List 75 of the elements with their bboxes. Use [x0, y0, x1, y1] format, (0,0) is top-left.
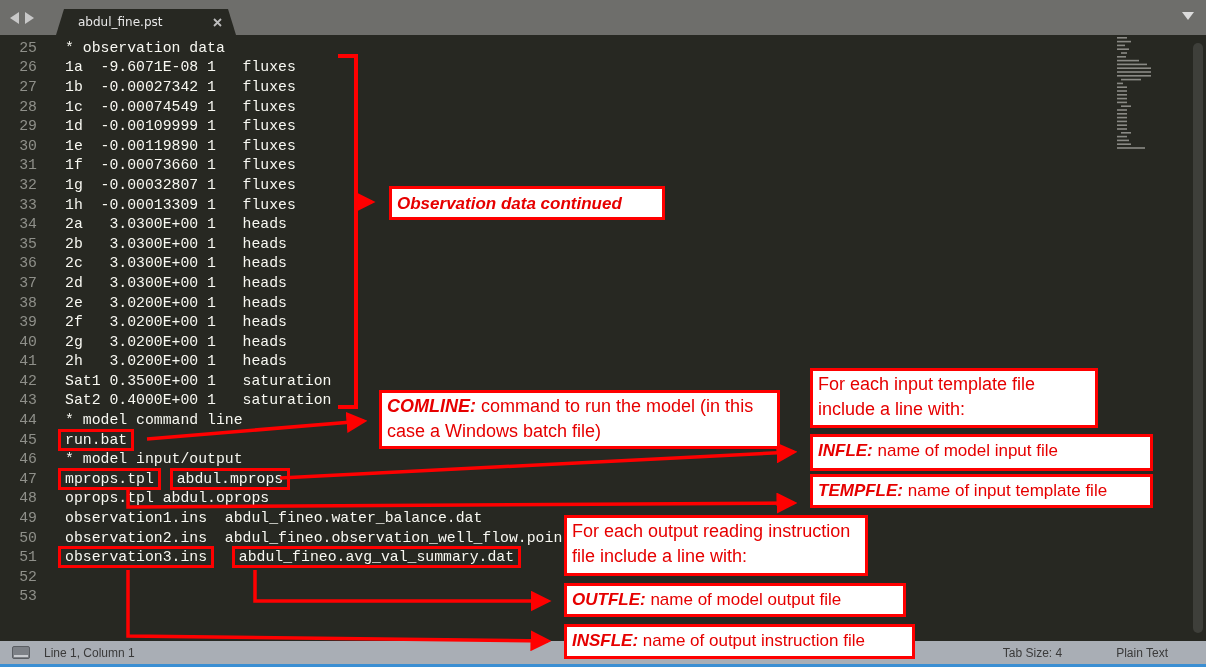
tab-size-setting[interactable]: Tab Size: 4 [1002, 645, 1063, 660]
line-number: 27 [18, 79, 37, 95]
code-line: 1f -0.00073660 1 fluxes [65, 157, 296, 174]
highlighted-token: mprops.tpl [58, 467, 161, 490]
line-number: 48 [18, 490, 37, 507]
code-line: 1e -0.00119890 1 fluxes [65, 137, 296, 154]
line-number: 51 [18, 549, 37, 566]
line-number: 38 [18, 294, 37, 311]
code-line: 2c 3.0300E+00 1 heads [65, 255, 287, 272]
cursor-position: Line 1, Column 1 [44, 645, 135, 660]
line-number: 29 [18, 118, 37, 135]
callout-text: COMLINE: command to run the model (in this case a Windows batch file) [379, 390, 780, 449]
line-number: 33 [18, 196, 37, 213]
code-line: 1a -9.6071E-08 1 fluxes [65, 59, 296, 76]
code-line: observation1.ins abdul_fineo.water_balance.dat [65, 510, 483, 527]
code-line: 2d 3.0300E+00 1 heads [65, 274, 287, 291]
line-number: 28 [18, 98, 37, 115]
callout-note: For each input template file include a line with: [810, 368, 1098, 428]
line-number: 50 [18, 529, 37, 546]
line-number: 35 [18, 235, 37, 252]
line-number: 25 [18, 39, 37, 56]
line-number: 52 [18, 568, 37, 585]
line-number: 45 [18, 431, 37, 448]
code-line: 2a 3.0300E+00 1 heads [65, 216, 287, 233]
code-line: * model input/output [65, 451, 243, 468]
callout-note: For each output reading instruction file include a line with: [564, 515, 868, 576]
highlighted-token: observation3.ins [58, 546, 215, 569]
line-number: 40 [18, 333, 37, 350]
back-arrow-icon[interactable] [10, 11, 19, 24]
code-line: * observation data [65, 39, 225, 56]
code-line: 2e 3.0200E+00 1 heads [65, 294, 287, 311]
code-line: 1d -0.00109999 1 fluxes [65, 118, 296, 135]
close-icon[interactable] [213, 17, 222, 27]
line-number: 39 [18, 314, 37, 331]
line-number: 49 [18, 510, 37, 527]
line-number: 46 [18, 451, 37, 468]
line-number: 31 [18, 157, 37, 174]
callout-text: OUTFLE: name of model output file [564, 583, 906, 617]
code-line: 1h -0.00013309 1 fluxes [65, 196, 296, 213]
scrollbar-thumb[interactable] [1193, 43, 1203, 633]
line-number: 44 [18, 412, 37, 429]
highlighted-token: abdul_fineo.avg_val_summary.dat [231, 546, 522, 569]
code-line: 1b -0.00027342 1 fluxes [65, 79, 296, 95]
code-line: 2g 3.0200E+00 1 heads [65, 333, 287, 350]
panel-icon[interactable] [12, 646, 30, 659]
callout-text: INFLE: name of model input file [810, 434, 1153, 471]
line-number: 32 [18, 176, 37, 193]
code-line: 2h 3.0200E+00 1 heads [65, 353, 287, 370]
forward-arrow-icon[interactable] [25, 11, 34, 24]
line-number: 53 [18, 588, 37, 605]
syntax-setting[interactable]: Plain Text [1116, 645, 1168, 660]
code-line: 1g -0.00032807 1 fluxes [65, 176, 296, 193]
line-number: 34 [18, 216, 37, 233]
code-line: observation2.ins abdul_fineo.observation_well_flow.poin [65, 529, 563, 546]
code-line: * model command line [65, 412, 243, 429]
line-number: 47 [18, 470, 37, 487]
highlighted-token: abdul.mprops [169, 467, 291, 490]
line-number: 26 [18, 59, 37, 76]
line-number: 43 [18, 392, 37, 409]
line-number: 37 [18, 274, 37, 291]
dropdown-arrow-icon[interactable] [1182, 12, 1194, 20]
highlighted-token: run.bat [58, 428, 135, 451]
callout-label: Observation data continued [389, 186, 665, 220]
line-number: 42 [18, 372, 37, 389]
line-number: 41 [18, 353, 37, 370]
code-line: Sat2 0.4000E+00 1 saturation [65, 392, 332, 409]
code-line: 1c -0.00074549 1 fluxes [65, 98, 296, 115]
file-tab[interactable]: abdul_fine.pst [56, 9, 236, 35]
code-line: 2f 3.0200E+00 1 heads [65, 314, 287, 331]
line-number: 36 [18, 255, 37, 272]
callout-text: INSFLE: name of output instruction file [564, 624, 915, 659]
code-line: 2b 3.0300E+00 1 heads [65, 235, 287, 252]
code-line: Sat1 0.3500E+00 1 saturation [65, 372, 332, 389]
callout-text: TEMPFLE: name of input template file [810, 474, 1153, 508]
line-number: 30 [18, 137, 37, 154]
